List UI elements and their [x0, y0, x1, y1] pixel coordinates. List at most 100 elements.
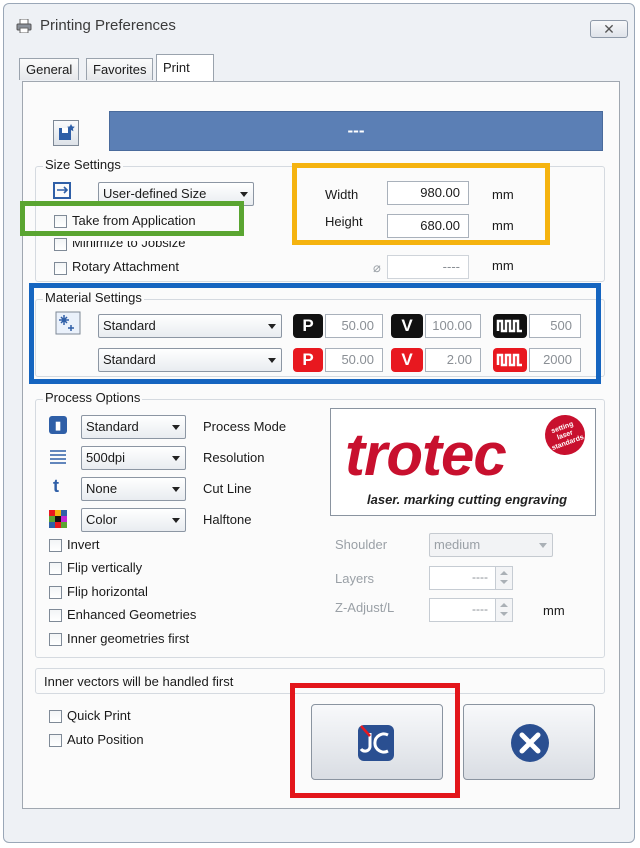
- inner-geometries-first-checkbox[interactable]: [49, 633, 62, 646]
- chevron-down-icon: [172, 425, 180, 430]
- width-unit: mm: [492, 187, 514, 202]
- status-bar: Inner vectors will be handled first: [35, 668, 605, 694]
- job-name-banner: ---: [109, 111, 603, 151]
- title-bar: Printing Preferences ✕: [4, 4, 634, 46]
- cut-line-label: Cut Line: [203, 481, 252, 496]
- size-settings-label: Size Settings: [43, 157, 123, 172]
- halftone-select[interactable]: Color: [81, 508, 186, 532]
- window-title: Printing Preferences: [40, 17, 176, 34]
- height-input[interactable]: 680.00: [387, 214, 469, 238]
- height-label: Height: [325, 214, 363, 229]
- cancel-button[interactable]: [463, 704, 595, 780]
- auto-position-label: Auto Position: [67, 732, 144, 747]
- process-mode-label: Process Mode: [203, 419, 287, 434]
- invert-label: Invert: [67, 537, 100, 552]
- trotec-logo: trotec setting laser standards laser. ma…: [330, 408, 596, 516]
- height-unit: mm: [492, 218, 514, 233]
- halftone-icon: [49, 510, 67, 528]
- layers-stepper[interactable]: ----: [429, 566, 513, 590]
- take-from-application-checkbox[interactable]: [54, 215, 67, 228]
- chevron-down-icon: [172, 487, 180, 492]
- cut-material-select[interactable]: Standard: [98, 348, 282, 372]
- material-database-icon: [55, 311, 81, 335]
- quick-print-checkbox[interactable]: [49, 710, 62, 723]
- chevron-down-icon: [268, 358, 276, 363]
- save-job-button[interactable]: [53, 120, 79, 146]
- tab-general[interactable]: General: [19, 58, 80, 80]
- print-to-jobcontrol-button[interactable]: [311, 704, 443, 780]
- diameter-icon: ⌀: [373, 260, 381, 275]
- trotec-tagline: laser. marking cutting engraving: [367, 492, 568, 507]
- shoulder-label: Shoulder: [335, 537, 388, 552]
- rotary-attachment-label: Rotary Attachment: [72, 259, 179, 274]
- flip-vertically-label: Flip vertically: [67, 560, 143, 575]
- spin-arrows-icon[interactable]: [495, 599, 512, 621]
- cancel-icon: [511, 724, 549, 762]
- printer-icon: [16, 19, 32, 33]
- jobcontrol-icon: [358, 725, 394, 761]
- width-label: Width: [325, 187, 359, 202]
- z-adjust-unit: mm: [543, 603, 565, 618]
- resolution-icon: [50, 450, 66, 464]
- engrave-material-select[interactable]: Standard: [98, 314, 282, 338]
- enhanced-geometries-label: Enhanced Geometries: [67, 607, 197, 622]
- cut-line-select[interactable]: None: [81, 477, 186, 501]
- engrave-power-icon: P: [293, 314, 323, 338]
- page-size-select[interactable]: User-defined Size: [98, 182, 254, 206]
- trotec-badge: setting laser standards: [539, 409, 591, 461]
- tab-favorites[interactable]: Favorites: [86, 58, 154, 80]
- resolution-label: Resolution: [203, 450, 265, 465]
- z-adjust-label: Z-Adjust/L: [335, 600, 395, 615]
- diameter-unit: mm: [492, 258, 514, 273]
- layers-label: Layers: [335, 571, 375, 586]
- cut-ppi-icon: [493, 348, 527, 372]
- tab-print[interactable]: Print: [156, 54, 214, 82]
- cut-line-icon: t: [53, 476, 59, 496]
- flip-vertically-checkbox[interactable]: [49, 562, 62, 575]
- material-settings-label: Material Settings: [43, 290, 144, 305]
- minimize-to-jobsize-checkbox[interactable]: [54, 238, 67, 251]
- invert-checkbox[interactable]: [49, 539, 62, 552]
- quick-print-label: Quick Print: [67, 708, 131, 723]
- width-input[interactable]: 980.00: [387, 181, 469, 205]
- trotec-wordmark: trotec: [345, 421, 507, 488]
- chevron-down-icon: [172, 456, 180, 461]
- auto-position-checkbox[interactable]: [49, 734, 62, 747]
- cut-power-icon: P: [293, 348, 323, 372]
- engrave-power-input[interactable]: 50.00: [325, 314, 383, 338]
- spin-arrows-icon[interactable]: [495, 567, 512, 589]
- inner-geometries-first-label: Inner geometries first: [67, 631, 190, 646]
- save-icon: [59, 124, 75, 140]
- chevron-down-icon: [172, 518, 180, 523]
- flip-horizontal-checkbox[interactable]: [49, 586, 62, 599]
- engrave-velocity-input[interactable]: 100.00: [425, 314, 481, 338]
- close-window-button[interactable]: ✕: [590, 20, 628, 38]
- process-mode-icon: ▮: [49, 416, 67, 434]
- z-adjust-stepper[interactable]: ----: [429, 598, 513, 622]
- rotary-attachment-checkbox[interactable]: [54, 262, 67, 275]
- cut-ppi-input[interactable]: 2000: [529, 348, 581, 372]
- printing-preferences-window: Printing Preferences ✕ General Favorites…: [3, 3, 635, 843]
- enhanced-geometries-checkbox[interactable]: [49, 609, 62, 622]
- shoulder-select[interactable]: medium: [429, 533, 553, 557]
- chevron-down-icon: [539, 543, 547, 548]
- chevron-down-icon: [240, 192, 248, 197]
- cut-power-input[interactable]: 50.00: [325, 348, 383, 372]
- engrave-ppi-icon: [493, 314, 527, 338]
- print-tab-panel: --- Size Settings User-defined Size Take…: [22, 81, 620, 809]
- process-options-label: Process Options: [43, 390, 143, 405]
- cut-velocity-icon: V: [391, 348, 423, 372]
- close-icon: ✕: [603, 20, 615, 37]
- status-text: Inner vectors will be handled first: [44, 674, 234, 689]
- engrave-velocity-icon: V: [391, 314, 423, 338]
- cut-velocity-input[interactable]: 2.00: [425, 348, 481, 372]
- diameter-input[interactable]: ----: [387, 255, 469, 279]
- engrave-ppi-input[interactable]: 500: [529, 314, 581, 338]
- halftone-label: Halftone: [203, 512, 252, 527]
- process-mode-select[interactable]: Standard: [81, 415, 186, 439]
- take-from-application-label: Take from Application: [72, 213, 196, 228]
- chevron-down-icon: [268, 324, 276, 329]
- page-size-icon: [53, 182, 71, 199]
- flip-horizontal-label: Flip horizontal: [67, 584, 148, 599]
- resolution-select[interactable]: 500dpi: [81, 446, 186, 470]
